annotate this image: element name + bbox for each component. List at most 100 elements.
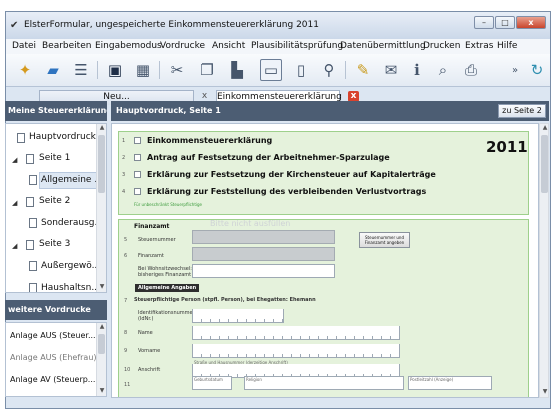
section-allgemeine-angaben: Allgemeine Angaben	[135, 284, 200, 292]
other-forms-scrollbar[interactable]: ▲ ▼	[96, 323, 106, 396]
menu-eingabemodus[interactable]: Eingabemodus	[95, 41, 162, 51]
form-list-icon[interactable]: ☰	[70, 59, 92, 81]
row-number: 1	[122, 138, 126, 144]
scroll-down-icon[interactable]: ▼	[97, 283, 106, 292]
idnr-field[interactable]	[192, 309, 284, 323]
scroll-up-icon[interactable]: ▲	[540, 124, 550, 133]
menu-datenuebermittlung[interactable]: Datenübermittlung	[340, 41, 426, 51]
print-icon[interactable]: ⎙	[460, 59, 482, 81]
save-icon[interactable]: ▣	[104, 59, 126, 81]
left-panel-heading: Meine Steuererklärung	[5, 101, 107, 121]
tree-item-aussergewoehnliche[interactable]: Außergewö...	[41, 261, 100, 271]
document-icon	[29, 218, 37, 228]
list-item[interactable]: Anlage AV (Steuerp...	[10, 375, 95, 384]
row-number: 8	[124, 330, 128, 336]
menu-bearbeiten[interactable]: Bearbeiten	[42, 41, 91, 51]
menu-drucken[interactable]: Drucken	[423, 41, 460, 51]
tree-item-seite-3[interactable]: Seite 3	[39, 239, 70, 249]
toolbar-separator	[159, 61, 160, 79]
cut-icon[interactable]: ✂	[166, 59, 188, 81]
scroll-up-icon[interactable]: ▲	[97, 323, 106, 332]
scroll-down-icon[interactable]: ▼	[97, 387, 106, 396]
window-title: ElsterFormular, ungespeicherte Einkommen…	[24, 20, 319, 30]
finanzamt-field[interactable]	[192, 247, 335, 261]
hint-geburtsdatum: Geburtsdatum	[194, 377, 223, 382]
print-preview-icon[interactable]: ⌕	[432, 59, 454, 81]
label-steuernummer: Steuernummer	[138, 237, 176, 243]
copy-icon[interactable]: ❐	[196, 59, 218, 81]
menu-extras[interactable]: Extras	[465, 41, 493, 51]
religion-field[interactable]	[244, 376, 404, 390]
paste-icon[interactable]: ▙	[226, 59, 248, 81]
toolbar-overflow-icon[interactable]: »	[504, 59, 526, 81]
steuernummer-field[interactable]	[192, 230, 335, 244]
bisheriges-finanzamt-field[interactable]	[192, 264, 335, 278]
menu-datei[interactable]: Datei	[12, 41, 36, 51]
scroll-up-icon[interactable]: ▲	[97, 124, 106, 133]
document-icon	[29, 283, 37, 292]
check-sparzulage[interactable]	[134, 154, 141, 161]
scroll-thumb[interactable]	[98, 334, 105, 354]
form-view-icon[interactable]: ▭	[260, 59, 282, 81]
menu-bar: Datei Bearbeiten Eingabemodus Vordrucke …	[6, 39, 550, 54]
form-page: 1 Einkommensteuererklärung 2 Antrag auf …	[111, 123, 539, 398]
menu-hilfe[interactable]: Hilfe	[497, 41, 517, 51]
tree-item-hauptvordruck[interactable]: Hauptvordruck	[29, 132, 96, 142]
calculator-icon[interactable]: ▦	[132, 59, 154, 81]
lookup-finanzamt-button[interactable]: Steuernummer und Finanzamt angeben	[359, 232, 410, 248]
maximize-button[interactable]: □	[495, 16, 515, 29]
scroll-thumb[interactable]	[98, 135, 105, 193]
label-kirchensteuer: Erklärung zur Festsetzung der Kirchenste…	[147, 170, 436, 179]
row-number: 11	[124, 382, 131, 388]
tree-item-seite-1[interactable]: Seite 1	[39, 153, 70, 163]
check-verlustvortrag[interactable]	[134, 188, 141, 195]
form-note: Für unbeschränkt Steuerpflichtige	[134, 202, 203, 207]
menu-ansicht[interactable]: Ansicht	[212, 41, 245, 51]
search-icon[interactable]: ⚲	[318, 59, 340, 81]
section-finanzamt: Finanzamt	[134, 223, 170, 230]
check-einkommensteuererklaerung[interactable]	[134, 137, 141, 144]
row-number: 6	[124, 253, 128, 259]
next-page-button[interactable]: zu Seite 2	[498, 104, 546, 118]
menu-plausibilitaetspruefung[interactable]: Plausibilitätsprüfung	[251, 41, 343, 51]
check-icon[interactable]: ✎	[352, 59, 374, 81]
label-einkommensteuererklaerung: Einkommensteuererklärung	[147, 136, 273, 145]
tree-item-sonderausgaben[interactable]: Sonderausg...	[41, 218, 103, 228]
scroll-thumb[interactable]	[541, 135, 548, 193]
send-mail-icon[interactable]: ✉	[380, 59, 402, 81]
tree-item-seite-2[interactable]: Seite 2	[39, 196, 70, 206]
tree-item-allgemeine[interactable]: Allgemeine ...	[41, 175, 103, 185]
scroll-down-icon[interactable]: ▼	[540, 388, 550, 397]
info-icon[interactable]: ℹ	[406, 59, 428, 81]
list-item[interactable]: Anlage AUS (Ehefrau)	[10, 353, 97, 362]
list-item[interactable]: Anlage AUS (Steuer...	[10, 331, 96, 340]
close-button[interactable]: x	[516, 16, 546, 29]
row-number: 9	[124, 348, 128, 354]
name-field[interactable]	[192, 326, 400, 340]
label-finanzamt: Finanzamt	[138, 253, 164, 259]
check-kirchensteuer[interactable]	[134, 171, 141, 178]
label-wohnsitzwechsel: Bei Wohnsitzwechsel: bisheriges Finanzam…	[138, 266, 192, 278]
vorname-field[interactable]	[192, 344, 400, 358]
menu-vordrucke[interactable]: Vordrucke	[160, 41, 205, 51]
person-header: Steuerpflichtige Person (stpfl. Person),…	[134, 297, 316, 303]
minimize-button[interactable]: –	[474, 16, 494, 29]
document-icon	[29, 175, 37, 185]
tree-scrollbar[interactable]: ▲ ▼	[96, 124, 106, 292]
tree-item-haushaltsnahe[interactable]: Haushaltsn...	[41, 283, 100, 292]
expand-icon[interactable]: ◢	[12, 156, 17, 164]
document-icon	[26, 154, 34, 164]
label-vorname: Vorname	[138, 348, 161, 354]
expand-icon[interactable]: ◢	[12, 199, 17, 207]
page-view-icon[interactable]: ▯	[290, 59, 312, 81]
toolbar-separator	[97, 61, 98, 79]
expand-icon[interactable]: ◢	[12, 242, 17, 250]
title-bar: ✔ ElsterFormular, ungespeicherte Einkomm…	[6, 12, 550, 39]
refresh-icon[interactable]: ↻	[526, 59, 548, 81]
new-document-icon[interactable]: ✦	[14, 59, 36, 81]
hint-religion: Religion	[246, 377, 262, 382]
open-folder-icon[interactable]: ▰	[42, 59, 64, 81]
form-scrollbar[interactable]: ▲ ▼	[539, 123, 549, 398]
row-number: 3	[122, 172, 126, 178]
document-icon	[17, 133, 25, 143]
